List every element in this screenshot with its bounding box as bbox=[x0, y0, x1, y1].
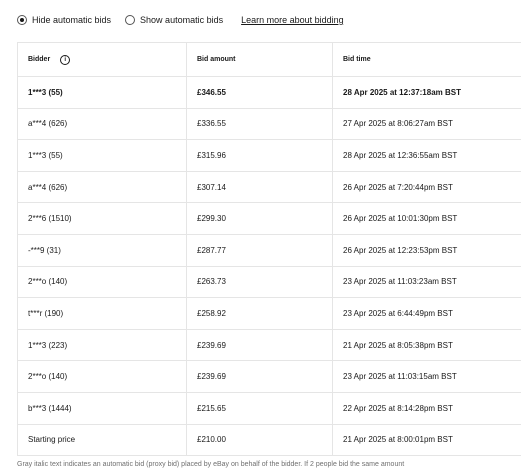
bid-history-table-wrapper: Bidder i Bid amount Bid time 1***3 (55) £… bbox=[17, 42, 521, 457]
table-row: -***9 (31) £287.77 26 Apr 2025 at 12:23:53… bbox=[17, 233, 521, 267]
automatic-bid-footnote: Gray italic text indicates an automatic … bbox=[17, 461, 405, 468]
hide-automatic-bids-label: Hide automatic bids bbox=[32, 15, 112, 25]
show-automatic-bids-radio[interactable] bbox=[125, 15, 136, 25]
bid-amount-cell: £210.00 bbox=[186, 423, 333, 457]
table-row: b***3 (1444) £215.65 22 Apr 2025 at 8:14:2… bbox=[17, 391, 521, 425]
table-row: 1***3 (55) £315.96 28 Apr 2025 at 12:36:55… bbox=[17, 139, 521, 172]
bid-visibility-controls: Hide automatic bids Show automatic bids … bbox=[17, 12, 344, 28]
bid-time-cell: 21 Apr 2025 at 8:05:38pm BST bbox=[332, 328, 521, 362]
table-row: 2***6 (1510) £299.30 26 Apr 2025 at 10:01:… bbox=[17, 202, 521, 235]
show-automatic-bids-label: Show automatic bids bbox=[140, 15, 224, 25]
bid-time-cell: 23 Apr 2025 at 11:03:15am BST bbox=[332, 360, 521, 393]
bid-amount-column-header: Bid amount bbox=[186, 42, 333, 77]
bid-time-cell: 28 Apr 2025 at 12:37:18am BST bbox=[332, 76, 521, 109]
bidder-header-label: Bidder bbox=[28, 56, 51, 63]
table-row: t***r (190) £258.92 23 Apr 2025 at 6:44:49… bbox=[17, 297, 521, 330]
bid-amount-cell: £263.73 bbox=[186, 265, 333, 299]
bid-time-cell: 26 Apr 2025 at 12:23:53pm BST bbox=[332, 233, 521, 267]
show-automatic-bids-option[interactable]: Show automatic bids bbox=[125, 15, 223, 25]
bid-amount-cell: £287.77 bbox=[186, 233, 333, 267]
hide-automatic-bids-option[interactable]: Hide automatic bids bbox=[17, 15, 111, 25]
table-row: a***4 (626) £336.55 27 Apr 2025 at 8:06:27… bbox=[17, 107, 521, 141]
bid-time-cell: 22 Apr 2025 at 8:14:28pm BST bbox=[332, 391, 521, 425]
bidder-column-header: Bidder i bbox=[17, 42, 187, 77]
table-row: 2***o (140) £263.73 23 Apr 2025 at 11:03:2… bbox=[17, 265, 521, 299]
bidder-cell: 2***o (140) bbox=[17, 360, 187, 393]
bid-time-cell: 23 Apr 2025 at 11:03:23am BST bbox=[332, 265, 521, 299]
bid-history-table: Bidder i Bid amount Bid time 1***3 (55) £… bbox=[17, 42, 521, 457]
hide-automatic-bids-radio[interactable] bbox=[17, 15, 27, 25]
bid-time-cell: 23 Apr 2025 at 6:44:49pm BST bbox=[332, 297, 521, 330]
table-row: 2***o (140) £239.69 23 Apr 2025 at 11:03:1… bbox=[17, 360, 521, 393]
bid-amount-cell: £215.65 bbox=[186, 391, 333, 425]
bid-amount-cell: £315.96 bbox=[186, 139, 333, 172]
bid-time-cell: 27 Apr 2025 at 8:06:27am BST bbox=[332, 107, 521, 141]
bid-amount-cell: £239.69 bbox=[186, 328, 333, 362]
bidder-cell: a***4 (626) bbox=[17, 107, 187, 141]
bid-rows: 1***3 (55) £346.55 28 Apr 2025 at 12:37:18… bbox=[17, 76, 521, 457]
table-row: Starting price £210.00 21 Apr 2025 at 8:00… bbox=[17, 423, 521, 457]
table-row: 1***3 (55) £346.55 28 Apr 2025 at 12:37:18… bbox=[17, 76, 521, 109]
bidder-cell: a***4 (626) bbox=[17, 170, 187, 204]
bid-time-cell: 26 Apr 2025 at 7:20:44pm BST bbox=[332, 170, 521, 204]
bid-time-cell: 28 Apr 2025 at 12:36:55am BST bbox=[332, 139, 521, 172]
table-row: 1***3 (223) £239.69 21 Apr 2025 at 8:05:38… bbox=[17, 328, 521, 362]
bid-amount-cell: £258.92 bbox=[186, 297, 333, 330]
bid-amount-cell: £307.14 bbox=[186, 170, 333, 204]
bid-time-column-header: Bid time bbox=[332, 42, 521, 77]
bidder-cell: 1***3 (223) bbox=[17, 328, 187, 362]
bid-amount-cell: £299.30 bbox=[186, 202, 333, 235]
bidder-cell: 1***3 (55) bbox=[17, 76, 187, 109]
bidder-cell: 2***o (140) bbox=[17, 265, 187, 299]
bid-amount-cell: £346.55 bbox=[186, 76, 333, 109]
learn-more-link[interactable]: Learn more about bidding bbox=[241, 15, 344, 25]
bidder-cell: Starting price bbox=[17, 423, 187, 457]
bidder-cell: -***9 (31) bbox=[17, 233, 187, 267]
bid-amount-cell: £239.69 bbox=[186, 360, 333, 393]
table-header-row: Bidder i Bid amount Bid time bbox=[17, 42, 521, 77]
bid-time-cell: 26 Apr 2025 at 10:01:30pm BST bbox=[332, 202, 521, 235]
table-row: a***4 (626) £307.14 26 Apr 2025 at 7:20:44… bbox=[17, 170, 521, 204]
bidder-cell: t***r (190) bbox=[17, 297, 187, 330]
bid-time-cell: 21 Apr 2025 at 8:00:01pm BST bbox=[332, 423, 521, 457]
bid-amount-cell: £336.55 bbox=[186, 107, 333, 141]
bidder-cell: 1***3 (55) bbox=[17, 139, 187, 172]
info-icon[interactable]: i bbox=[60, 54, 71, 65]
bidder-cell: 2***6 (1510) bbox=[17, 202, 187, 235]
bidder-cell: b***3 (1444) bbox=[17, 391, 187, 425]
